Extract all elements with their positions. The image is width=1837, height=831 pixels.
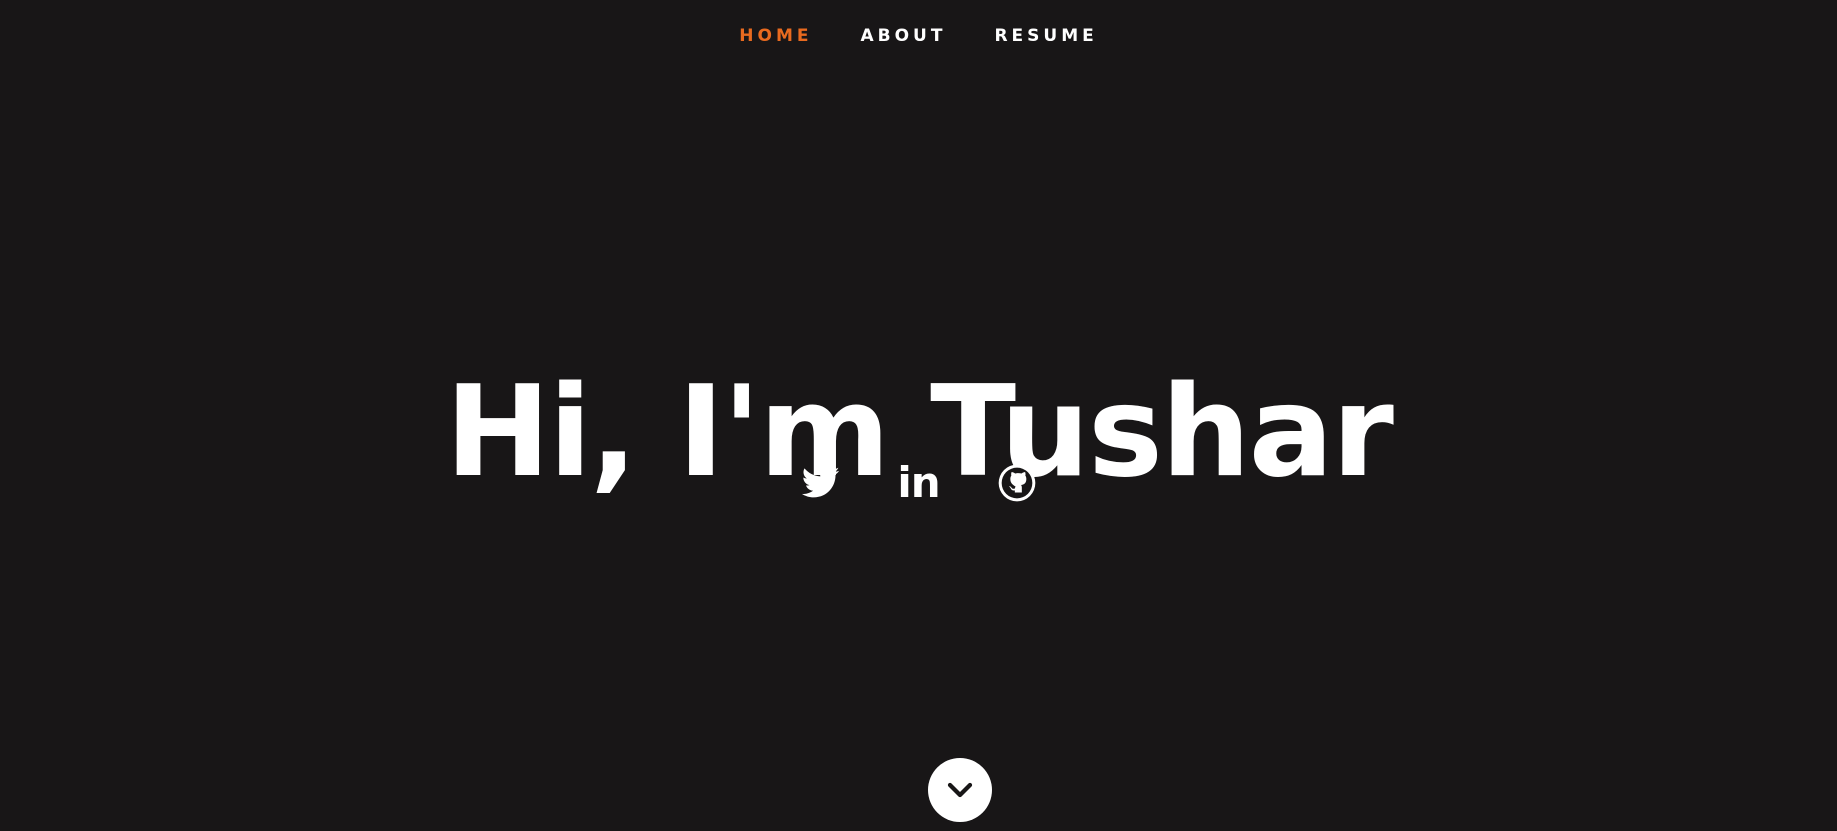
github-link[interactable] [996,462,1038,504]
social-links: in [0,462,1837,504]
chevron-down-icon [947,782,973,798]
nav-home[interactable]: HOME [739,26,812,46]
twitter-icon [801,467,839,498]
twitter-link[interactable] [800,462,842,504]
nav-resume[interactable]: RESUME [994,26,1097,46]
linkedin-link[interactable]: in [897,458,940,507]
top-navigation: HOME ABOUT RESUME [0,0,1837,72]
nav-about[interactable]: ABOUT [860,26,946,46]
scroll-down-button[interactable] [928,758,992,822]
github-icon [998,464,1035,502]
linkedin-icon: in [897,458,940,507]
page: HOME ABOUT RESUME Hi, I'm Tushar in [0,0,1837,831]
